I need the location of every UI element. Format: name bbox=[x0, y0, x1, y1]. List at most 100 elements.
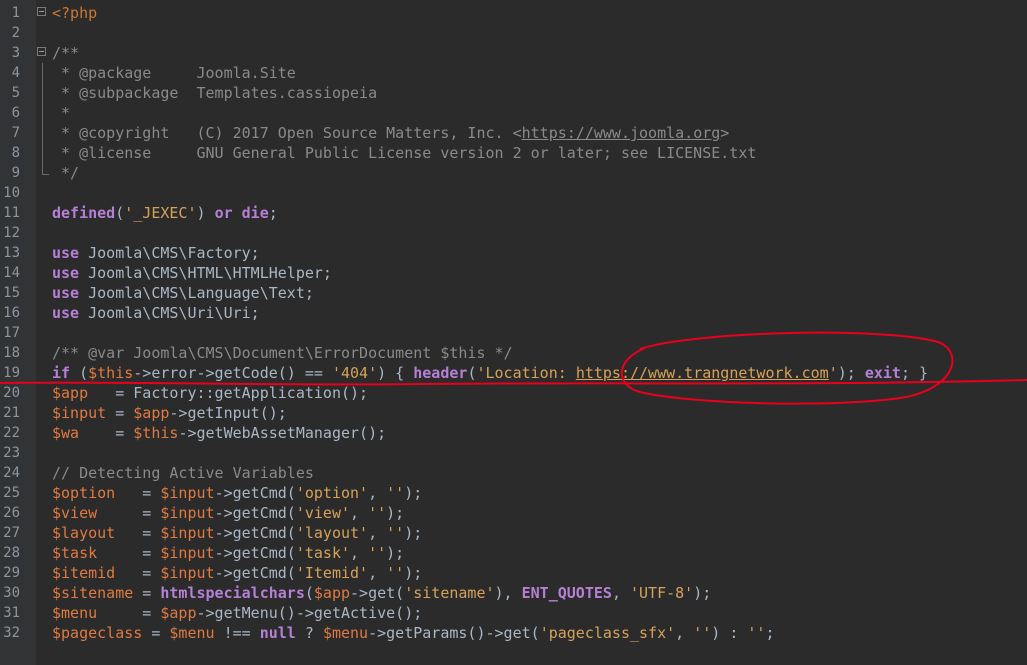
code-line[interactable]: 20 $app = Factory::getApplication(); bbox=[0, 383, 1027, 403]
code-text[interactable]: use Joomla\CMS\Language\Text; bbox=[52, 283, 314, 303]
line-number: 7 bbox=[11, 125, 20, 141]
code-text[interactable]: * @package Joomla.Site bbox=[52, 63, 296, 83]
code-token: , bbox=[368, 564, 387, 582]
code-line[interactable]: 13 use Joomla\CMS\Factory; bbox=[0, 243, 1027, 263]
code-line[interactable]: 19 if ($this->error->getCode() == '404') … bbox=[0, 363, 1027, 383]
code-line[interactable]: 1 <?php bbox=[0, 3, 1027, 23]
code-text[interactable]: $menu = $app->getMenu()->getActive(); bbox=[52, 603, 422, 623]
code-token: ->getParams()->get( bbox=[368, 624, 540, 642]
code-line[interactable]: 8 * @license GNU General Public License … bbox=[0, 143, 1027, 163]
code-line[interactable]: 27 $layout = $input->getCmd('layout', '')… bbox=[0, 523, 1027, 543]
code-text[interactable]: $layout = $input->getCmd('layout', ''); bbox=[52, 523, 422, 543]
line-number: 28 bbox=[3, 545, 20, 561]
code-text[interactable]: // Detecting Active Variables bbox=[52, 463, 314, 483]
code-text[interactable]: * bbox=[52, 103, 70, 123]
code-token: = bbox=[115, 564, 161, 582]
fold-toggle-icon[interactable] bbox=[37, 7, 46, 16]
code-line[interactable]: 29 $itemid = $input->getCmd('Itemid', '')… bbox=[0, 563, 1027, 583]
code-text[interactable]: $wa = $this->getWebAssetManager(); bbox=[52, 423, 386, 443]
code-text[interactable]: $input = $app->getInput(); bbox=[52, 403, 287, 423]
code-text[interactable]: /** bbox=[52, 43, 79, 63]
code-line[interactable]: 11 defined('_JEXEC') or die; bbox=[0, 203, 1027, 223]
code-token: use bbox=[52, 264, 80, 282]
code-token: = bbox=[79, 424, 134, 442]
code-text[interactable]: * @license GNU General Public License ve… bbox=[52, 143, 756, 163]
code-text[interactable]: use Joomla\CMS\HTML\HTMLHelper; bbox=[52, 263, 332, 283]
code-line[interactable]: 10 bbox=[0, 183, 1027, 203]
code-text[interactable]: use Joomla\CMS\Uri\Uri; bbox=[52, 303, 260, 323]
code-line[interactable]: 14 use Joomla\CMS\HTML\HTMLHelper; bbox=[0, 263, 1027, 283]
code-token: $app bbox=[133, 404, 170, 422]
code-token: Joomla\CMS\Uri\Uri; bbox=[79, 304, 260, 322]
code-line[interactable]: 28 $task = $input->getCmd('task', ''); bbox=[0, 543, 1027, 563]
code-text[interactable]: * @subpackage Templates.cassiopeia bbox=[52, 83, 377, 103]
code-text[interactable]: $itemid = $input->getCmd('Itemid', ''); bbox=[52, 563, 422, 583]
code-text[interactable]: $pageclass = $menu !== null ? $menu->get… bbox=[52, 623, 775, 643]
code-editor[interactable]: 1 <?php 2 3/** 4 * @package Joomla.Site 5 * @… bbox=[0, 0, 1027, 665]
code-line[interactable]: 18 /** @var Joomla\CMS\Document\ErrorDocu… bbox=[0, 343, 1027, 363]
code-text[interactable]: $view = $input->getCmd('view', ''); bbox=[52, 503, 404, 523]
fold-toggle-icon[interactable] bbox=[37, 47, 46, 56]
code-token: $input bbox=[52, 404, 107, 422]
code-token: ->getCmd( bbox=[214, 544, 296, 562]
code-text[interactable]: $sitename = htmlspecialchars($app->get('… bbox=[52, 583, 711, 603]
code-token: = bbox=[97, 604, 161, 622]
fold-guide bbox=[42, 123, 43, 143]
code-line[interactable]: 16 use Joomla\CMS\Uri\Uri; bbox=[0, 303, 1027, 323]
code-token: = bbox=[115, 524, 161, 542]
line-number: 13 bbox=[3, 245, 20, 261]
code-line[interactable]: 2 bbox=[0, 23, 1027, 43]
code-token: defined bbox=[52, 204, 116, 222]
code-token: ); bbox=[404, 524, 423, 542]
line-number: 2 bbox=[11, 25, 20, 41]
code-text[interactable]: if ($this->error->getCode() == '404') { … bbox=[52, 363, 928, 383]
code-token: $app bbox=[313, 584, 351, 602]
code-token: $app bbox=[160, 604, 197, 622]
code-line[interactable]: 12 bbox=[0, 223, 1027, 243]
code-token: ( bbox=[115, 204, 125, 222]
line-number: 9 bbox=[11, 165, 20, 181]
code-text[interactable]: $app = Factory::getApplication(); bbox=[52, 383, 368, 403]
code-line[interactable]: 3 /** bbox=[0, 43, 1027, 63]
code-token: ); bbox=[404, 484, 423, 502]
code-text[interactable]: defined('_JEXEC') or die; bbox=[52, 203, 278, 223]
code-line[interactable]: 4 * @package Joomla.Site bbox=[0, 63, 1027, 83]
code-line[interactable]: 22 $wa = $this->getWebAssetManager(); bbox=[0, 423, 1027, 443]
code-token: ' bbox=[828, 364, 838, 382]
fold-guide bbox=[42, 103, 43, 123]
code-token: * @package Joomla.Site bbox=[52, 64, 296, 82]
code-text[interactable]: /** @var Joomla\CMS\Document\ErrorDocume… bbox=[52, 343, 513, 363]
code-line[interactable]: 5 * @subpackage Templates.cassiopeia bbox=[0, 83, 1027, 103]
code-token: ->getCmd( bbox=[214, 564, 296, 582]
code-text[interactable]: $option = $input->getCmd('option', ''); bbox=[52, 483, 422, 503]
code-token: '' bbox=[386, 524, 405, 542]
code-token: ->getCmd( bbox=[214, 524, 296, 542]
fold-guide bbox=[42, 143, 43, 163]
code-line[interactable]: 15 use Joomla\CMS\Language\Text; bbox=[0, 283, 1027, 303]
line-number: 8 bbox=[11, 145, 20, 161]
code-line[interactable]: 23 bbox=[0, 443, 1027, 463]
code-line[interactable]: 30 $sitename = htmlspecialchars($app->get… bbox=[0, 583, 1027, 603]
code-line[interactable]: 25 $option = $input->getCmd('option', '')… bbox=[0, 483, 1027, 503]
code-line[interactable]: 21 $input = $app->getInput(); bbox=[0, 403, 1027, 423]
code-text[interactable]: $task = $input->getCmd('task', ''); bbox=[52, 543, 404, 563]
code-text[interactable]: <?php bbox=[52, 3, 97, 23]
code-line[interactable]: 32 $pageclass = $menu !== null ? $menu->g… bbox=[0, 623, 1027, 643]
code-line[interactable]: 31 $menu = $app->getMenu()->getActive(); bbox=[0, 603, 1027, 623]
code-line[interactable]: 7 * @copyright (C) 2017 Open Source Matt… bbox=[0, 123, 1027, 143]
code-text[interactable]: use Joomla\CMS\Factory; bbox=[52, 243, 260, 263]
code-line[interactable]: 24 // Detecting Active Variables bbox=[0, 463, 1027, 483]
code-text[interactable]: * @copyright (C) 2017 Open Source Matter… bbox=[52, 123, 729, 143]
code-line[interactable]: 26 $view = $input->getCmd('view', ''); bbox=[0, 503, 1027, 523]
line-number: 10 bbox=[3, 185, 20, 201]
code-line[interactable]: 17 bbox=[0, 323, 1027, 343]
code-line[interactable]: 9 */ bbox=[0, 163, 1027, 183]
code-token: use bbox=[52, 244, 80, 262]
code-token: * @license GNU General Public License ve… bbox=[52, 144, 757, 162]
code-token: 'layout' bbox=[295, 524, 369, 542]
line-number: 25 bbox=[3, 485, 20, 501]
code-text[interactable]: */ bbox=[52, 163, 79, 183]
code-token: use bbox=[52, 304, 80, 322]
code-line[interactable]: 6 * bbox=[0, 103, 1027, 123]
code-token: !== bbox=[214, 624, 260, 642]
